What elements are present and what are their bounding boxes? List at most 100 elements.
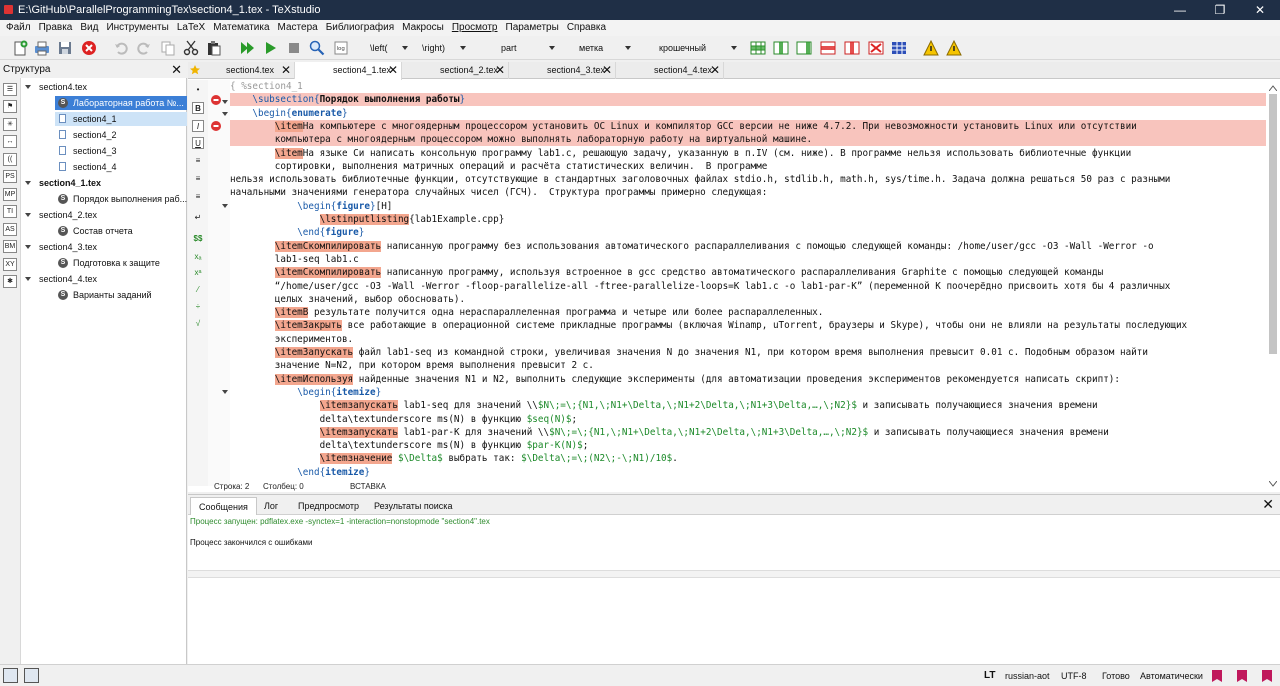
align-right-icon[interactable]: ≡ — [192, 191, 204, 203]
minimize-button[interactable]: — — [1160, 0, 1200, 20]
close-icon[interactable]: ✕ — [388, 62, 398, 79]
language-tool-icon[interactable]: LT — [984, 669, 995, 683]
auto-mode[interactable]: Автоматически — [1140, 669, 1203, 683]
tab-messages[interactable]: Сообщения — [190, 497, 257, 515]
tree-item[interactable]: section4_1.tex — [21, 176, 187, 190]
fold-arrow-icon[interactable] — [222, 100, 228, 104]
align-left-icon[interactable]: ≡ — [192, 155, 204, 167]
chevron-down-icon[interactable] — [25, 85, 31, 89]
scroll-up-icon[interactable] — [1268, 82, 1278, 94]
metapost-icon[interactable]: MP — [3, 188, 17, 201]
save-icon[interactable] — [55, 38, 75, 58]
table-align-icon[interactable] — [889, 38, 909, 58]
align-center-icon[interactable]: ≡ — [192, 173, 204, 185]
delimiters-icon[interactable]: (( — [3, 153, 17, 166]
tab-log[interactable]: Лог — [256, 497, 286, 515]
superscript-icon[interactable]: xᵃ — [192, 267, 204, 279]
paste-icon[interactable] — [204, 38, 224, 58]
undo-icon[interactable] — [111, 38, 131, 58]
italic-icon[interactable]: I — [192, 120, 204, 132]
table-remove-column-icon[interactable] — [842, 38, 862, 58]
redo-icon[interactable] — [134, 38, 154, 58]
tree-item[interactable]: S Порядок выполнения раб... — [55, 192, 187, 206]
toggle-messages-icon[interactable] — [24, 668, 39, 683]
close-window-button[interactable]: ✕ — [1240, 0, 1280, 20]
maximize-button[interactable]: ❐ — [1200, 0, 1240, 20]
close-icon[interactable]: ✕ — [602, 62, 612, 79]
error-marker-icon[interactable] — [211, 95, 221, 105]
tree-item[interactable]: section4_2 — [55, 128, 187, 142]
font-size-combo[interactable]: крошечный — [655, 39, 739, 57]
dfrac-icon[interactable]: ÷ — [192, 301, 204, 313]
tree-item[interactable]: S Варианты заданий — [55, 288, 187, 302]
tree-item[interactable]: section4_4.tex — [21, 272, 187, 286]
menu-file[interactable]: Файл — [2, 20, 35, 36]
right-delimiter-combo[interactable]: \right) — [418, 39, 468, 57]
menu-options[interactable]: Параметры — [502, 20, 563, 36]
tree-item[interactable]: S Лабораторная работа №... — [55, 96, 187, 110]
underline-icon[interactable]: U — [192, 137, 204, 149]
pstricks-icon[interactable]: PS — [3, 170, 17, 183]
tree-item[interactable]: S Состав отчета — [55, 224, 187, 238]
print-icon[interactable] — [32, 38, 52, 58]
tree-item[interactable]: section4_3.tex — [21, 240, 187, 254]
table-delete-icon[interactable] — [866, 38, 886, 58]
tab-section4_4-tex[interactable]: section4_4.tex ✕ — [616, 62, 724, 79]
left-delimiter-combo[interactable]: \left( — [366, 39, 410, 57]
subscript-icon[interactable]: xₐ — [192, 251, 204, 263]
fold-arrow-icon[interactable] — [222, 112, 228, 116]
close-icon[interactable]: ✕ — [710, 62, 720, 79]
menu-wizards[interactable]: Мастера — [274, 20, 322, 36]
tab-preview[interactable]: Предпросмотр — [290, 497, 367, 515]
scroll-down-icon[interactable] — [1268, 478, 1278, 490]
close-icon[interactable]: ✕ — [1262, 497, 1274, 511]
special-chars-icon[interactable]: ✱ — [3, 275, 17, 288]
tab-search-results[interactable]: Результаты поиска — [366, 497, 460, 515]
tree-item[interactable]: section4_2.tex — [21, 208, 187, 222]
fold-arrow-icon[interactable] — [222, 390, 228, 394]
table-remove-row-icon[interactable] — [818, 38, 838, 58]
tree-item[interactable]: section4_1 — [55, 112, 187, 126]
sqrt-icon[interactable]: √ — [192, 318, 204, 330]
tab-section4_2-tex[interactable]: section4_2.tex ✕ — [402, 62, 509, 79]
xymatrix-icon[interactable]: XY — [3, 258, 17, 271]
bold-icon[interactable]: B — [192, 102, 204, 114]
table-add-row-icon[interactable] — [748, 38, 768, 58]
asymptote-icon[interactable]: AS — [3, 223, 17, 236]
code-editor[interactable]: { %section4_1 \subsection{Порядок выполне… — [230, 80, 1266, 486]
tikz-icon[interactable]: TI — [3, 205, 17, 218]
bookmark-red-icon[interactable] — [1261, 669, 1273, 686]
bookmark-red-icon[interactable] — [1236, 669, 1248, 686]
compile-icon[interactable] — [260, 38, 280, 58]
menu-bibliography[interactable]: Библиография — [322, 20, 398, 36]
menu-view[interactable]: Вид — [76, 20, 102, 36]
part-combo[interactable]: part — [497, 39, 557, 57]
editor-vertical-scrollbar[interactable] — [1268, 82, 1278, 487]
close-icon[interactable]: ✕ — [495, 62, 505, 79]
menu-math[interactable]: Математика — [209, 20, 273, 36]
bookmark-icon[interactable]: ⚑ — [3, 100, 17, 113]
close-file-icon[interactable] — [79, 38, 99, 58]
bookmark-red-icon[interactable] — [1211, 669, 1223, 686]
bad-box-icon[interactable] — [944, 38, 964, 58]
menu-edit[interactable]: Правка — [35, 20, 77, 36]
cut-icon[interactable] — [181, 38, 201, 58]
menu-tools[interactable]: Инструменты — [102, 20, 172, 36]
warning-icon[interactable] — [921, 38, 941, 58]
structure-list-icon[interactable]: ☰ — [3, 83, 17, 96]
tree-item[interactable]: S Подготовка к защите — [55, 256, 187, 270]
chevron-down-icon[interactable] — [25, 213, 31, 217]
tab-section4_1-tex[interactable]: section4_1.tex ✕ — [295, 62, 402, 80]
menu-help[interactable]: Справка — [563, 20, 610, 36]
toggle-structure-icon[interactable] — [3, 668, 18, 683]
chevron-down-icon[interactable] — [25, 245, 31, 249]
error-marker-icon[interactable] — [211, 121, 221, 131]
messages-horizontal-scrollbar[interactable] — [188, 570, 1280, 578]
stop-icon[interactable] — [284, 38, 304, 58]
tab-section4-tex[interactable]: section4.tex ✕ — [188, 62, 295, 79]
fold-arrow-icon[interactable] — [222, 204, 228, 208]
scrollbar-thumb[interactable] — [1269, 94, 1277, 354]
menu-macros[interactable]: Макросы — [398, 20, 448, 36]
close-icon[interactable]: ✕ — [281, 62, 291, 79]
menu-view-preview[interactable]: Просмотр — [448, 20, 502, 36]
